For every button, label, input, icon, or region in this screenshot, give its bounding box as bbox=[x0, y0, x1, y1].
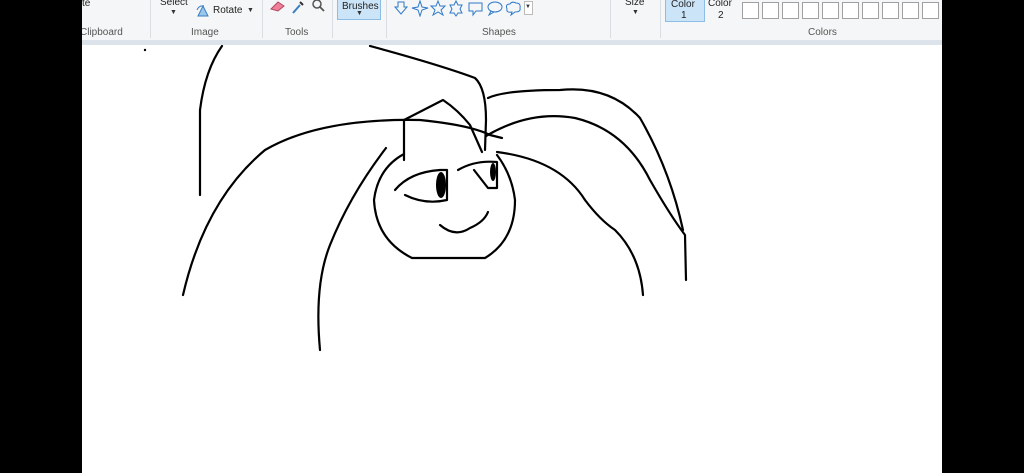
group-separator bbox=[660, 0, 661, 38]
group-label-colors: Colors bbox=[808, 27, 837, 38]
group-separator bbox=[262, 0, 263, 38]
left-pupil bbox=[436, 172, 446, 198]
hat-band bbox=[402, 98, 484, 162]
right-hair-mid bbox=[486, 88, 685, 232]
stray-dot bbox=[143, 48, 147, 52]
magnifier-icon[interactable] bbox=[311, 0, 325, 12]
group-separator bbox=[386, 0, 387, 38]
hat-outline bbox=[198, 44, 224, 197]
color1-button[interactable]: Color 1 bbox=[665, 0, 705, 22]
select-button[interactable]: Select bbox=[160, 0, 188, 8]
mouth bbox=[438, 210, 490, 234]
color2-label[interactable]: Color bbox=[708, 0, 732, 9]
color-swatch[interactable] bbox=[762, 2, 779, 19]
size-button[interactable]: Size bbox=[625, 0, 644, 8]
group-separator bbox=[332, 0, 333, 38]
color-swatch[interactable] bbox=[862, 2, 879, 19]
size-dropdown-caret[interactable]: ▼ bbox=[632, 9, 639, 16]
rotate-dropdown-caret[interactable]: ▼ bbox=[247, 7, 254, 14]
group-label-image: Image bbox=[191, 27, 219, 38]
eraser-icon[interactable] bbox=[270, 0, 286, 12]
paint-window: te Clipboard Select ▼ Rotate ▼ Image Too… bbox=[82, 0, 942, 473]
color-swatch[interactable] bbox=[902, 2, 919, 19]
group-label-tools: Tools bbox=[285, 27, 309, 38]
shapes-gallery[interactable] bbox=[394, 0, 534, 17]
color-swatch[interactable] bbox=[922, 2, 939, 19]
group-label-shapes: Shapes bbox=[482, 27, 516, 38]
color-swatch[interactable] bbox=[842, 2, 859, 19]
shapes-more-icon[interactable]: ▼ bbox=[524, 1, 533, 15]
color-swatch[interactable] bbox=[882, 2, 899, 19]
color1-number: 1 bbox=[681, 10, 687, 21]
right-pupil bbox=[490, 163, 496, 181]
group-separator bbox=[610, 0, 611, 38]
brushes-button[interactable]: Brushes ▼ bbox=[337, 0, 381, 20]
rotate-button[interactable]: Rotate bbox=[213, 5, 242, 16]
drawing bbox=[143, 44, 688, 352]
hat-top bbox=[368, 44, 488, 152]
group-label-clipboard: Clipboard bbox=[82, 27, 123, 38]
ribbon: te Clipboard Select ▼ Rotate ▼ Image Too… bbox=[82, 0, 942, 40]
brushes-dropdown-caret[interactable]: ▼ bbox=[356, 10, 363, 17]
select-dropdown-caret[interactable]: ▼ bbox=[170, 9, 177, 16]
right-hair-inner bbox=[484, 115, 688, 282]
color-swatch[interactable] bbox=[782, 2, 799, 19]
color-swatch[interactable] bbox=[742, 2, 759, 19]
group-separator bbox=[150, 0, 151, 38]
color-swatch[interactable] bbox=[822, 2, 839, 19]
color-picker-icon[interactable] bbox=[291, 0, 305, 14]
right-hair-lower bbox=[495, 150, 645, 297]
color1-label: Color bbox=[671, 0, 695, 10]
rotate-icon[interactable] bbox=[196, 4, 210, 17]
paste-button[interactable]: te bbox=[82, 0, 90, 9]
left-hair-outer bbox=[181, 118, 504, 297]
color-swatch[interactable] bbox=[802, 2, 819, 19]
color2-number[interactable]: 2 bbox=[718, 10, 724, 21]
drawing-canvas[interactable] bbox=[82, 44, 942, 473]
left-hair-inner bbox=[317, 146, 388, 352]
